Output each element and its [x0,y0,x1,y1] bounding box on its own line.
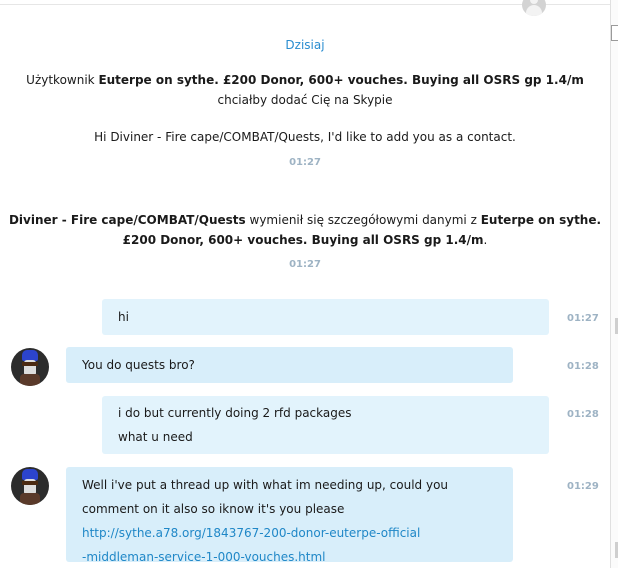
message-text: comment on it also so iknow it's you ple… [82,502,345,516]
wizard-avatar-icon[interactable] [11,467,49,505]
thread-link[interactable]: -middleman-service-1-000-vouches.html [82,545,497,569]
message-timestamp: 01:27 [289,259,321,270]
message-timestamp: 01:28 [567,409,599,420]
message-text: Well i've put a thread up with what im n… [82,478,449,492]
scrollbar[interactable] [610,0,618,568]
notice-username: Euterpe on sythe. £200 Donor, 600+ vouch… [98,73,584,87]
notice-username-1: Diviner - Fire cape/COMBAT/Quests [8,213,246,227]
message-bubble-incoming[interactable]: You do quests bro? [66,347,513,383]
thread-link[interactable]: http://sythe.a78.org/1843767-200-donor-e… [82,521,497,545]
user-avatar-icon[interactable] [522,0,546,16]
message-bubble-incoming[interactable]: Well i've put a thread up with what im n… [66,467,513,564]
message-text: hi [118,310,129,324]
notice-middle: wymienił się szczegółowymi danymi z [245,213,481,227]
message-timestamp: 01:27 [567,313,599,324]
date-separator: Dzisiaj [285,38,325,52]
notice-prefix: Użytkownik [26,73,99,87]
message-text: what u need [118,430,193,444]
scrollbar-button[interactable] [611,25,618,41]
message-text: i do but currently doing 2 rfd packages [118,406,352,420]
message-text: You do quests bro? [82,358,195,372]
message-bubble-outgoing[interactable]: hi [102,299,549,335]
notice-end: . [483,233,488,247]
wizard-avatar-icon[interactable] [11,348,49,386]
contact-details-exchanged-notice: Diviner - Fire cape/COMBAT/Quests wymien… [0,210,610,250]
message-timestamp: 01:27 [289,157,321,168]
notice-suffix: chciałby dodać Cię na Skypie [217,93,393,107]
message-timestamp: 01:29 [567,481,599,492]
contact-request-notice: Użytkownik Euterpe on sythe. £200 Donor,… [0,70,610,110]
message-timestamp: 01:28 [567,361,599,372]
contact-request-message: Hi Diviner - Fire cape/COMBAT/Quests, I'… [94,130,516,144]
message-bubble-outgoing[interactable]: i do but currently doing 2 rfd packages … [102,396,549,454]
